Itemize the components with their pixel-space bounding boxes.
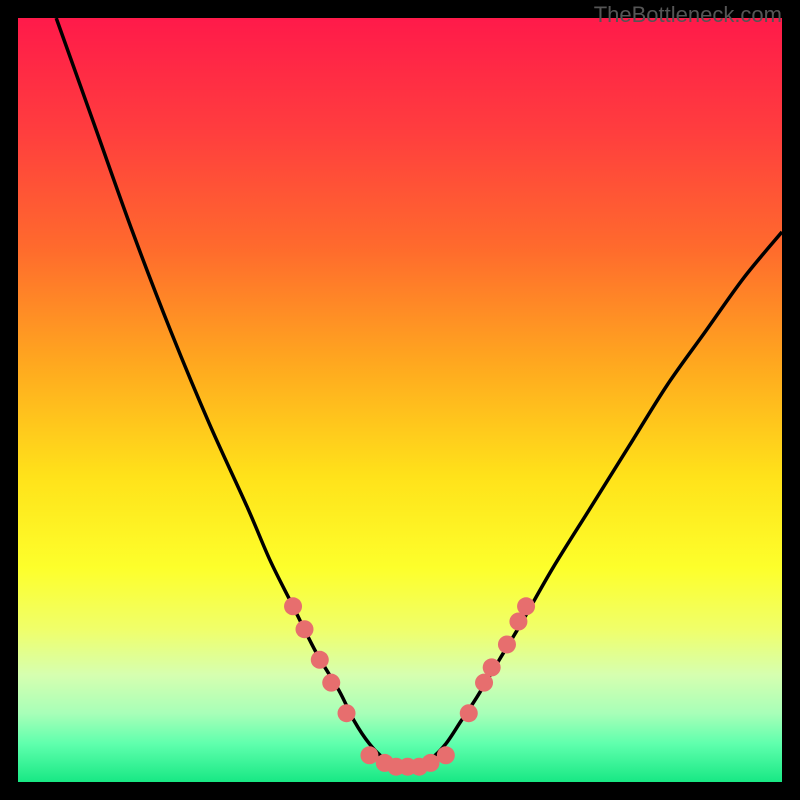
data-point-marker [360,746,378,764]
data-point-marker [311,651,329,669]
data-point-marker [322,674,340,692]
data-point-marker [437,746,455,764]
data-point-marker [460,704,478,722]
gradient-background [18,18,782,782]
data-point-marker [475,674,493,692]
data-point-marker [296,620,314,638]
data-point-marker [338,704,356,722]
chart-svg [18,18,782,782]
watermark-text: TheBottleneck.com [594,2,782,28]
data-point-marker [509,613,527,631]
chart-plot-area [18,18,782,782]
data-point-marker [483,658,501,676]
data-point-marker [284,597,302,615]
data-point-marker [517,597,535,615]
data-point-marker [498,635,516,653]
data-point-marker [422,754,440,772]
